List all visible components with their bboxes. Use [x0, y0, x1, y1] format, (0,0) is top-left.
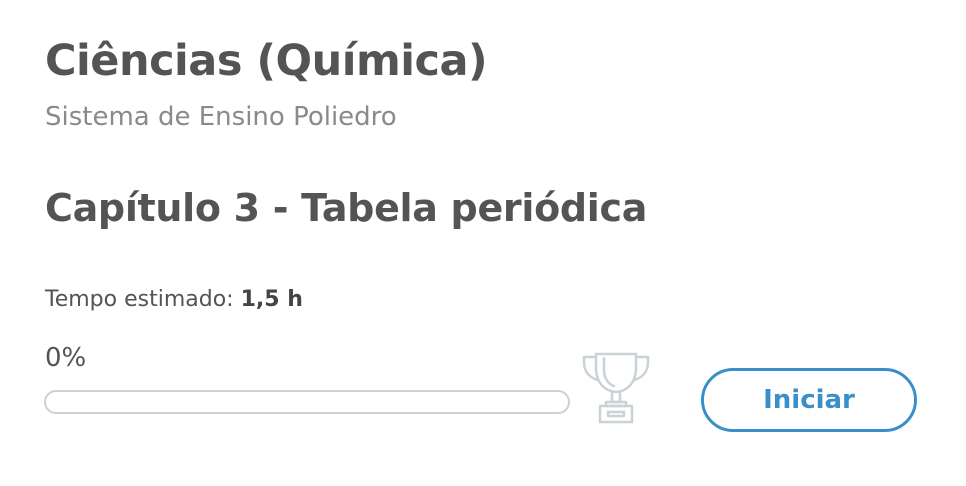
estimated-time-value: 1,5 h [240, 287, 303, 312]
course-subtitle: Sistema de Ensino Poliedro [45, 102, 397, 132]
course-chapter-card: Ciências (Química) Sistema de Ensino Pol… [0, 0, 966, 486]
estimated-time-label: Tempo estimado: [45, 287, 234, 312]
progress-bar [44, 390, 570, 414]
start-button[interactable]: Iniciar [701, 368, 917, 432]
estimated-time: Tempo estimado: 1,5 h [45, 287, 303, 312]
progress-percentage: 0% [45, 343, 87, 373]
chapter-title: Capítulo 3 - Tabela periódica [45, 186, 648, 230]
course-title: Ciências (Química) [45, 36, 488, 86]
trophy-icon [582, 352, 650, 424]
